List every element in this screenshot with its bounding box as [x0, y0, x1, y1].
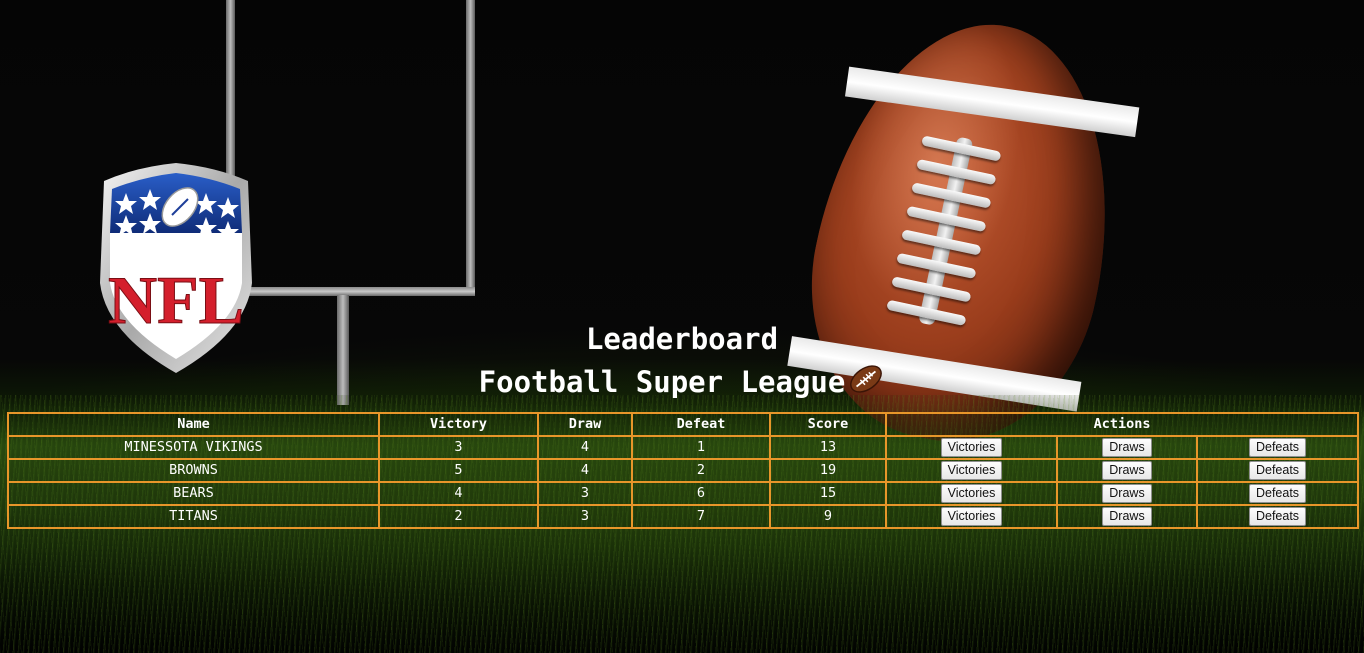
add-victory-button[interactable]: Victories: [940, 461, 1003, 480]
victory-count: 4: [378, 481, 539, 506]
add-defeat-button[interactable]: Defeats: [1248, 484, 1307, 503]
leaderboard-table: Name Victory Draw Defeat Score Actions M…: [7, 412, 1360, 529]
add-victory-button[interactable]: Victories: [940, 507, 1003, 526]
add-victory-button[interactable]: Victories: [940, 484, 1003, 503]
action-cell: Defeats: [1195, 458, 1360, 483]
add-draw-button[interactable]: Draws: [1102, 438, 1152, 457]
defeat-count: 2: [631, 458, 771, 483]
column-header-actions: Actions: [884, 412, 1360, 437]
action-cell: Defeats: [1195, 504, 1360, 529]
add-defeat-button[interactable]: Defeats: [1248, 438, 1307, 457]
team-name: BEARS: [7, 481, 380, 506]
add-defeat-button[interactable]: Defeats: [1248, 507, 1307, 526]
add-draw-button[interactable]: Draws: [1102, 507, 1152, 526]
page-subtitle: Football Super League: [0, 362, 1364, 401]
score-value: 13: [769, 435, 887, 460]
draw-count: 4: [537, 458, 633, 483]
action-cell: Draws: [1056, 435, 1198, 460]
draw-count: 3: [537, 481, 633, 506]
team-name: MINESSOTA VIKINGS: [7, 435, 380, 460]
score-value: 15: [769, 481, 887, 506]
goalpost-right-upright: [466, 0, 475, 295]
table-row: BROWNS 5 4 2 19 Victories Draws Defeats: [7, 458, 1360, 483]
defeat-count: 7: [631, 504, 771, 529]
action-cell: Victories: [885, 458, 1058, 483]
add-draw-button[interactable]: Draws: [1102, 484, 1152, 503]
defeat-count: 6: [631, 481, 771, 506]
victory-count: 5: [378, 458, 539, 483]
column-header-victory: Victory: [378, 412, 539, 437]
table-row: TITANS 2 3 7 9 Victories Draws Defeats: [7, 504, 1360, 529]
add-defeat-button[interactable]: Defeats: [1248, 461, 1307, 480]
football-stripe-top: [844, 66, 1140, 138]
action-cell: Defeats: [1195, 481, 1360, 506]
add-draw-button[interactable]: Draws: [1102, 461, 1152, 480]
draw-count: 4: [537, 435, 633, 460]
score-value: 19: [769, 458, 887, 483]
action-cell: Victories: [885, 481, 1058, 506]
table-header-row: Name Victory Draw Defeat Score Actions: [7, 412, 1360, 437]
action-cell: Draws: [1056, 481, 1198, 506]
add-victory-button[interactable]: Victories: [940, 438, 1003, 457]
page-title: Leaderboard: [585, 322, 779, 356]
defeat-count: 1: [631, 435, 771, 460]
column-header-score: Score: [769, 412, 887, 437]
action-cell: Victories: [885, 435, 1058, 460]
team-name: BROWNS: [7, 458, 380, 483]
column-header-name: Name: [7, 412, 380, 437]
league-name: Football Super League: [478, 365, 846, 399]
score-value: 9: [769, 504, 887, 529]
action-cell: Victories: [885, 504, 1058, 529]
goalpost-crossbar: [226, 287, 475, 296]
american-football-emoji-icon: [850, 365, 883, 393]
football-laces: [885, 129, 1013, 334]
draw-count: 3: [537, 504, 633, 529]
column-header-defeat: Defeat: [631, 412, 771, 437]
team-name: TITANS: [7, 504, 380, 529]
column-header-draw: Draw: [537, 412, 633, 437]
action-cell: Draws: [1056, 504, 1198, 529]
table-row: BEARS 4 3 6 15 Victories Draws Defeats: [7, 481, 1360, 506]
action-cell: Draws: [1056, 458, 1198, 483]
table-row: MINESSOTA VIKINGS 3 4 1 13 Victories Dra…: [7, 435, 1360, 460]
action-cell: Defeats: [1195, 435, 1360, 460]
victory-count: 3: [378, 435, 539, 460]
victory-count: 2: [378, 504, 539, 529]
